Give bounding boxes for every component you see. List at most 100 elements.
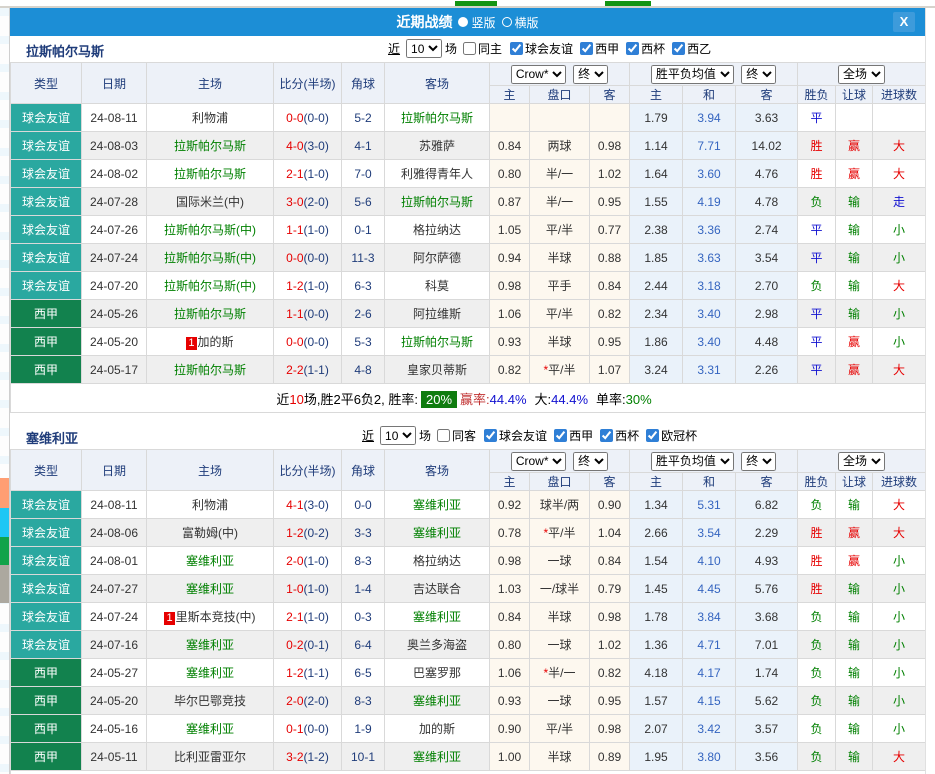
ah-home-odds: 0.84	[490, 132, 530, 160]
result-goals: 小	[873, 300, 925, 328]
close-icon[interactable]: X	[893, 12, 915, 32]
ah-handicap: 半球	[530, 328, 590, 356]
final-odds-select-2[interactable]: 终	[741, 65, 776, 84]
subcol-goals: 进球数	[873, 86, 925, 104]
near-link[interactable]: 近	[388, 40, 400, 57]
league-checkbox[interactable]	[646, 429, 659, 442]
table-row: 西甲 24-05-20 毕尔巴鄂竞技 2-0(2-0) 8-3 塞维利亚 0.9…	[11, 687, 926, 715]
eu-away-odds: 4.93	[736, 547, 798, 575]
eu-draw-odds: 3.54	[683, 519, 736, 547]
summary-record: 场,胜2平6负2, 胜率:	[304, 392, 418, 407]
corner-count: 6-4	[342, 631, 385, 659]
home-team: 拉斯帕尔马斯(中)	[147, 272, 274, 300]
match-type-badge: 西甲	[11, 659, 82, 687]
away-team: 皇家贝蒂斯	[385, 356, 490, 384]
corner-count: 6-5	[342, 659, 385, 687]
result-handicap: 输	[836, 216, 873, 244]
league-checkbox[interactable]	[600, 429, 613, 442]
ah-away-odds: 0.98	[590, 132, 630, 160]
eu-home-odds: 1.78	[630, 603, 683, 631]
eu-home-odds: 1.36	[630, 631, 683, 659]
match-score: 1-1(1-0)	[274, 216, 342, 244]
eu-home-odds: 2.38	[630, 216, 683, 244]
final-odds-select-2[interactable]: 终	[741, 452, 776, 471]
europe-mean-select[interactable]: 胜平负均值	[651, 452, 734, 471]
match-score: 4-1(3-0)	[274, 491, 342, 519]
dialog-title: 近期战绩	[396, 12, 452, 32]
results-table: 类型 日期 主场 比分(半场) 角球 客场 Crow* 终 胜平负均值 终	[10, 62, 925, 413]
result-handicap: 输	[836, 491, 873, 519]
result-wdl: 胜	[798, 160, 836, 188]
asian-odds-header: Crow* 终	[490, 63, 630, 86]
ah-home-odds: 0.98	[490, 272, 530, 300]
corner-count: 2-6	[342, 300, 385, 328]
fulltime-select[interactable]: 全场	[838, 452, 885, 471]
col-away: 客场	[385, 450, 490, 491]
ah-away-odds: 0.77	[590, 216, 630, 244]
match-date: 24-05-20	[82, 687, 147, 715]
result-header: 全场	[798, 450, 925, 473]
match-type-badge: 西甲	[11, 300, 82, 328]
asian-odds-header: Crow* 终	[490, 450, 630, 473]
ah-handicap: 一球	[530, 631, 590, 659]
league-label: 西杯	[641, 42, 665, 56]
result-handicap: 输	[836, 300, 873, 328]
col-corner: 角球	[342, 450, 385, 491]
ah-handicap: *平/半	[530, 356, 590, 384]
league-checkbox[interactable]	[484, 429, 497, 442]
match-score: 4-0(3-0)	[274, 132, 342, 160]
europe-mean-select[interactable]: 胜平负均值	[651, 65, 734, 84]
league-checkbox[interactable]	[510, 42, 523, 55]
league-checkbox[interactable]	[580, 42, 593, 55]
result-wdl: 平	[798, 328, 836, 356]
table-row: 球会友谊 24-08-11 利物浦 0-0(0-0) 5-2 拉斯帕尔马斯 1.…	[11, 104, 926, 132]
home-team: 富勒姆(中)	[147, 519, 274, 547]
same-venue-label: 同客	[452, 427, 476, 444]
eu-draw-odds: 4.15	[683, 687, 736, 715]
same-venue-checkbox[interactable]	[437, 429, 450, 442]
matches-label: 场	[419, 427, 431, 444]
near-link[interactable]: 近	[362, 427, 374, 444]
match-count-select[interactable]: 10	[380, 426, 416, 445]
section-header: 拉斯帕尔马斯 近 10 场 同主 球会友谊西甲西杯西乙	[10, 36, 925, 62]
league-filters: 球会友谊西甲西杯欧冠杯	[478, 427, 698, 444]
col-date: 日期	[82, 450, 147, 491]
result-handicap: 输	[836, 659, 873, 687]
away-team: 塞维利亚	[385, 519, 490, 547]
ah-home-odds: 0.82	[490, 356, 530, 384]
bookmaker-select[interactable]: Crow*	[511, 452, 566, 471]
result-wdl: 胜	[798, 132, 836, 160]
match-count-select[interactable]: 10	[406, 39, 442, 58]
table-row: 西甲 24-05-27 塞维利亚 1-2(1-1) 6-5 巴塞罗那 1.06 …	[11, 659, 926, 687]
league-checkbox[interactable]	[554, 429, 567, 442]
match-date: 24-07-24	[82, 244, 147, 272]
league-checkbox[interactable]	[626, 42, 639, 55]
home-team: 拉斯帕尔马斯(中)	[147, 244, 274, 272]
final-odds-select[interactable]: 终	[573, 452, 608, 471]
match-score: 0-0(0-0)	[274, 244, 342, 272]
away-team: 阿拉维斯	[385, 300, 490, 328]
result-wdl: 胜	[798, 519, 836, 547]
corner-count: 5-3	[342, 328, 385, 356]
match-date: 24-07-24	[82, 603, 147, 631]
horizontal-layout-radio[interactable]	[502, 17, 512, 27]
result-goals: 小	[873, 216, 925, 244]
summary-label: 赢率:	[460, 392, 490, 407]
league-checkbox[interactable]	[672, 42, 685, 55]
bookmaker-select[interactable]: Crow*	[511, 65, 566, 84]
result-handicap: 赢	[836, 519, 873, 547]
fulltime-select[interactable]: 全场	[838, 65, 885, 84]
subcol-result: 胜负	[798, 473, 836, 491]
home-team: 拉斯帕尔马斯	[147, 160, 274, 188]
same-venue-checkbox[interactable]	[463, 42, 476, 55]
away-team: 塞维利亚	[385, 603, 490, 631]
ah-handicap: 球半/两	[530, 491, 590, 519]
match-type-badge: 西甲	[11, 743, 82, 771]
final-odds-select[interactable]: 终	[573, 65, 608, 84]
vertical-layout-radio[interactable]	[458, 17, 468, 27]
match-score: 0-1(0-0)	[274, 715, 342, 743]
subcol-eu-away: 客	[736, 86, 798, 104]
subcol-eu-draw: 和	[683, 473, 736, 491]
subcol-eu-draw: 和	[683, 86, 736, 104]
subcol-handicap: 盘口	[530, 473, 590, 491]
